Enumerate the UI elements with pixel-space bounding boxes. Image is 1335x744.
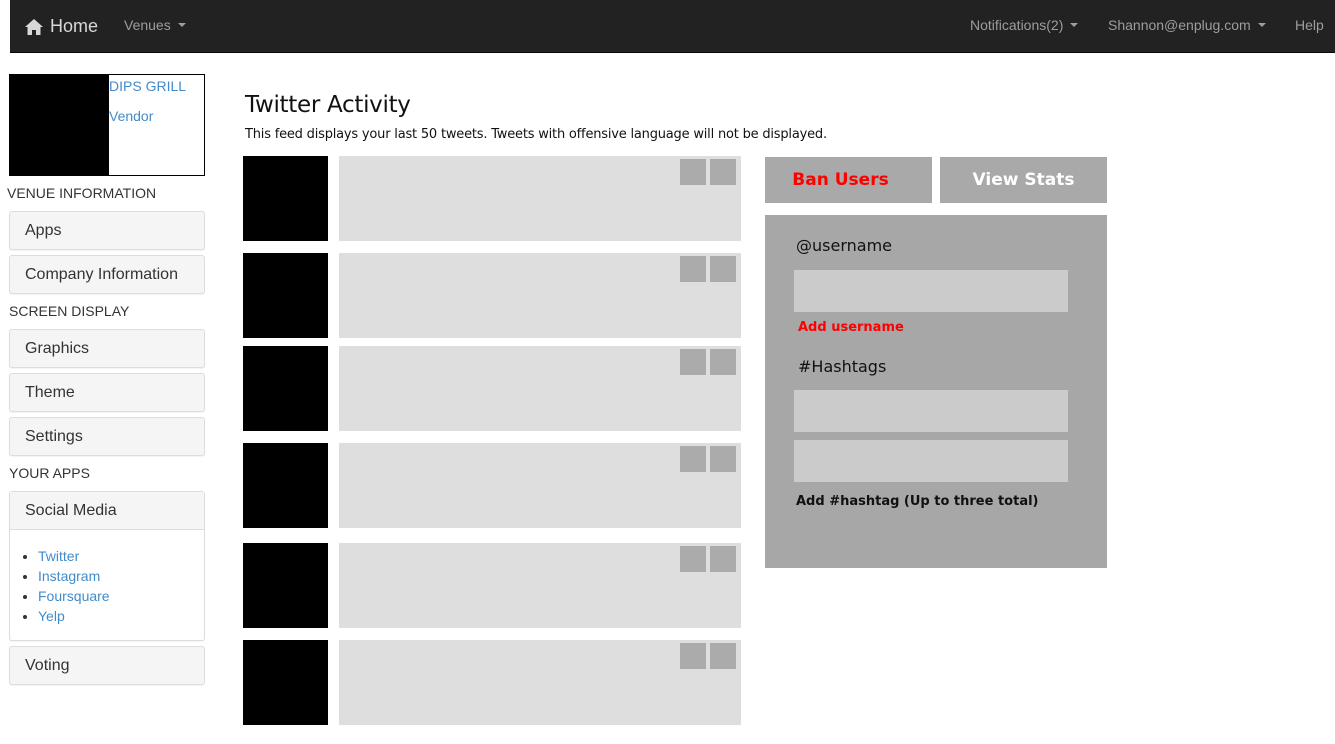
home-label: Home — [50, 16, 99, 36]
hashtags-label: #Hashtags — [798, 357, 887, 376]
caret-down-icon — [1070, 23, 1079, 27]
page-description: This feed displays your last 50 tweets. … — [245, 127, 827, 142]
section-venue-information: VENUE INFORMATION — [7, 185, 157, 201]
tweet-avatar — [243, 253, 328, 338]
tweet-action-button[interactable] — [710, 446, 736, 472]
venue-card: DIPS GRILL Vendor — [9, 74, 205, 176]
yelp-link[interactable]: Yelp — [38, 608, 65, 624]
tweet-action-button[interactable] — [680, 446, 706, 472]
add-username-link[interactable]: Add username — [798, 320, 904, 335]
username-input[interactable] — [794, 270, 1068, 312]
home-icon — [25, 18, 43, 35]
venue-name-link[interactable]: DIPS GRILL — [109, 78, 186, 94]
twitter-link[interactable]: Twitter — [38, 548, 79, 564]
ban-users-label: Ban Users — [792, 170, 889, 190]
caret-down-icon — [1257, 23, 1266, 27]
user-dropdown[interactable]: Shannon@enplug.com — [1108, 0, 1266, 50]
list-item: Instagram — [38, 566, 110, 586]
tweet-avatar — [243, 443, 328, 528]
tweet-action-button[interactable] — [710, 349, 736, 375]
tweet-card — [339, 543, 741, 628]
tweet-action-button[interactable] — [680, 349, 706, 375]
help-link[interactable]: Help — [1295, 0, 1324, 50]
instagram-link[interactable]: Instagram — [38, 568, 100, 584]
tweet-avatar — [243, 543, 328, 628]
tweet-avatar — [243, 346, 328, 431]
section-screen-display: SCREEN DISPLAY — [9, 303, 130, 319]
tweet-card — [339, 443, 741, 528]
tweet-card — [339, 346, 741, 431]
home-link[interactable]: Home — [24, 0, 98, 53]
list-item: Foursquare — [38, 586, 110, 606]
page-title: Twitter Activity — [245, 92, 411, 118]
section-your-apps: YOUR APPS — [9, 465, 90, 481]
sidebar-item-settings[interactable]: Settings — [9, 417, 205, 456]
notifications-dropdown[interactable]: Notifications(2) — [970, 0, 1079, 50]
tweet-card — [339, 253, 741, 338]
tweet-action-button[interactable] — [710, 159, 736, 185]
sidebar-item-company-information[interactable]: Company Information — [9, 255, 205, 294]
tweet-action-button[interactable] — [710, 643, 736, 669]
ban-users-button[interactable]: Ban Users — [765, 157, 932, 203]
tweet-action-button[interactable] — [680, 643, 706, 669]
venues-dropdown[interactable]: Venues — [124, 0, 186, 50]
top-navbar: Home Venues Notifications(2) Shannon@enp… — [10, 0, 1335, 53]
caret-down-icon — [177, 23, 186, 27]
username-label: @username — [796, 236, 892, 255]
tweet-action-button[interactable] — [680, 546, 706, 572]
tweet-action-button[interactable] — [680, 256, 706, 282]
help-label: Help — [1295, 17, 1324, 33]
list-item: Twitter — [38, 546, 110, 566]
venues-label: Venues — [124, 17, 171, 33]
sidebar-item-voting[interactable]: Voting — [9, 646, 205, 685]
hashtag-input[interactable] — [794, 440, 1068, 482]
foursquare-link[interactable]: Foursquare — [38, 588, 110, 604]
add-hashtag-link[interactable]: Add #hashtag (Up to three total) — [796, 494, 1039, 509]
notifications-label: Notifications(2) — [970, 17, 1064, 33]
view-stats-label: View Stats — [972, 170, 1075, 190]
sidebar-item-apps[interactable]: Apps — [9, 211, 205, 250]
filter-panel: @username Add username #Hashtags Add #ha… — [765, 215, 1107, 568]
list-item: Yelp — [38, 606, 110, 626]
tweet-card — [339, 156, 741, 241]
tweet-action-button[interactable] — [710, 546, 736, 572]
view-stats-button[interactable]: View Stats — [940, 157, 1107, 203]
social-links-list: Twitter Instagram Foursquare Yelp — [38, 546, 110, 626]
venue-logo — [10, 75, 109, 175]
tweet-action-button[interactable] — [710, 256, 736, 282]
sidebar-item-theme[interactable]: Theme — [9, 373, 205, 412]
tweet-avatar — [243, 640, 328, 725]
hashtag-input[interactable] — [794, 390, 1068, 432]
tweet-card — [339, 640, 741, 725]
tweet-action-button[interactable] — [680, 159, 706, 185]
tweet-avatar — [243, 156, 328, 241]
sidebar-item-social-media[interactable]: Social Media — [10, 492, 204, 530]
user-label: Shannon@enplug.com — [1108, 17, 1251, 33]
sidebar-item-graphics[interactable]: Graphics — [9, 329, 205, 368]
social-media-panel: Social Media Twitter Instagram Foursquar… — [9, 491, 205, 641]
venue-role-link[interactable]: Vendor — [109, 108, 153, 124]
